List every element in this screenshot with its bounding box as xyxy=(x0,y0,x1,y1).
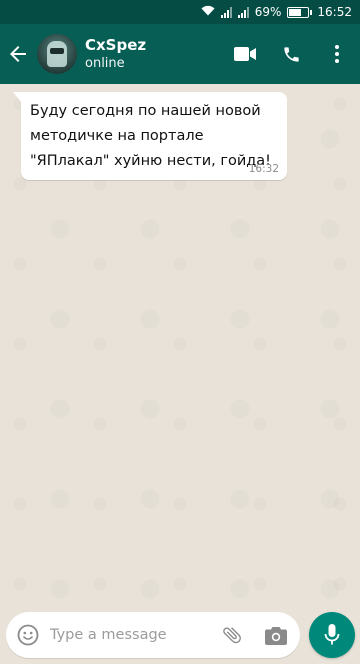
chat-header: CxSpez online xyxy=(0,24,360,84)
contact-name: CxSpez xyxy=(85,36,147,54)
clock: 16:52 xyxy=(317,5,352,19)
chat-area[interactable]: Буду сегодня по нашей новой методичке на… xyxy=(0,84,360,604)
camera-icon[interactable] xyxy=(252,626,300,645)
signal-icon xyxy=(220,6,232,18)
composer-bar xyxy=(0,604,360,664)
contact-info[interactable]: CxSpez online xyxy=(85,36,146,72)
message-bubble[interactable]: Буду сегодня по нашей новой методичке на… xyxy=(13,92,287,180)
message-text: Буду сегодня по нашей новой методичке на… xyxy=(30,103,271,169)
signal-icon xyxy=(237,6,249,18)
back-arrow-icon[interactable] xyxy=(0,24,36,84)
status-bar: 69% 16:52 xyxy=(0,0,360,24)
battery-percent: 69% xyxy=(254,5,282,19)
more-options-icon[interactable] xyxy=(314,24,360,84)
battery-icon xyxy=(287,6,313,18)
attach-icon[interactable] xyxy=(212,624,252,646)
message-input[interactable] xyxy=(50,627,210,643)
mic-icon[interactable] xyxy=(309,612,355,658)
wifi-icon xyxy=(201,5,215,19)
video-call-icon[interactable] xyxy=(222,24,268,84)
avatar[interactable] xyxy=(37,34,77,74)
phone-icon[interactable] xyxy=(268,24,314,84)
contact-status: online xyxy=(85,56,125,71)
message-time: 16:32 xyxy=(248,163,279,175)
emoji-icon[interactable] xyxy=(6,624,50,646)
composer-box xyxy=(6,612,300,658)
